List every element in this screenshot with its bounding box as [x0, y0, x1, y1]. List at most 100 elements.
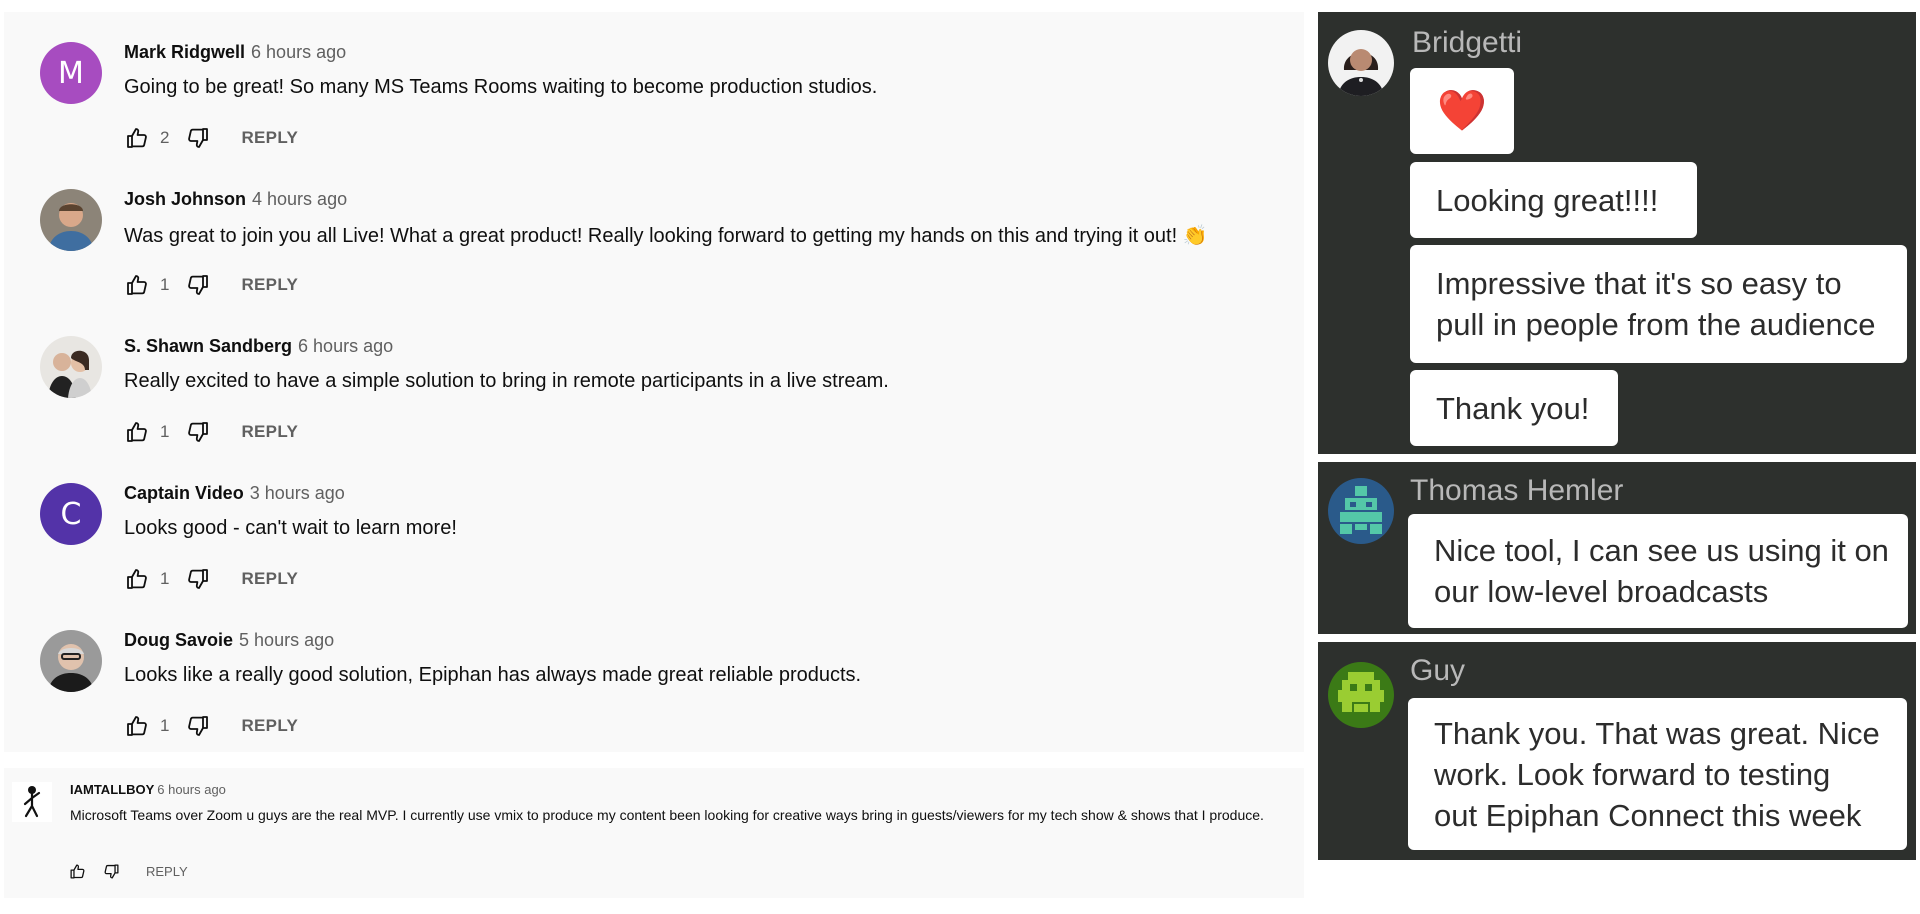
avatar[interactable] — [12, 782, 52, 822]
like-count: 1 — [160, 569, 170, 588]
chat-message: Thank you. That was great. Nice work. Lo… — [1434, 715, 1880, 833]
chat-panel-guy: Guy Thank you. That was great. Nice work… — [1318, 642, 1916, 860]
avatar — [1328, 662, 1394, 728]
reply-button[interactable]: REPLY — [241, 422, 298, 442]
heart-emoji: ❤️ — [1437, 88, 1487, 133]
comment-text: Really excited to have a simple solution… — [124, 370, 889, 392]
reply-button[interactable]: REPLY — [146, 864, 188, 879]
thumbs-down-icon — [188, 275, 209, 295]
dislike-button[interactable] — [185, 125, 211, 151]
avatar — [1328, 30, 1394, 96]
like-count: 1 — [160, 275, 170, 294]
comment-header: Doug Savoie 5 hours ago — [124, 630, 334, 651]
comment-text: Was great to join you all Live! What a g… — [124, 225, 1208, 247]
chat-bubble: Nice tool, I can see us using it on our … — [1408, 514, 1908, 628]
comment-item: C Captain Video 3 hours ago Looks good - … — [4, 453, 1304, 600]
chat-bubble: ❤️ — [1410, 68, 1514, 154]
comment-item: Doug Savoie 5 hours ago Looks like a real… — [4, 600, 1304, 747]
thumbs-down-icon — [188, 422, 209, 442]
comment-text: Going to be great! So many MS Teams Room… — [124, 76, 878, 98]
thumbs-up-icon — [127, 128, 147, 148]
avatar[interactable] — [40, 630, 102, 692]
avatar[interactable]: M — [40, 42, 102, 104]
comment-actions: REPLY — [68, 862, 188, 880]
comment-time[interactable]: 6 hours ago — [251, 42, 346, 62]
avatar-photo — [1328, 30, 1394, 96]
dislike-button[interactable] — [185, 713, 211, 739]
comment-text: Microsoft Teams over Zoom u guys are the… — [70, 807, 1264, 823]
like-button[interactable] — [124, 566, 150, 592]
like-button[interactable] — [124, 125, 150, 151]
avatar[interactable] — [40, 189, 102, 251]
chat-bubble: Looking great!!!! — [1410, 162, 1697, 238]
dislike-button[interactable] — [185, 272, 211, 298]
stick-figure-avatar — [12, 782, 52, 822]
dislike-button[interactable] — [102, 862, 120, 880]
avatar-photo — [40, 630, 102, 692]
comment-author[interactable]: Mark Ridgwell — [124, 42, 245, 62]
comment-header: IAMTALLBOY 6 hours ago — [70, 782, 226, 797]
comment-actions: 1 REPLY — [124, 419, 298, 445]
avatar-letter: C — [60, 496, 82, 532]
comment-item-small: IAMTALLBOY 6 hours ago Microsoft Teams ov… — [4, 768, 1304, 898]
comment-text: Looks good - can't wait to learn more! — [124, 517, 457, 539]
thumbs-up-icon — [127, 422, 147, 442]
thumbs-up-icon — [69, 863, 84, 879]
comment-item: M Mark Ridgwell 6 hours ago Going to be g… — [4, 12, 1304, 159]
comment-actions: 2 REPLY — [124, 125, 298, 151]
like-button[interactable] — [124, 713, 150, 739]
thumbs-up-icon — [127, 569, 147, 589]
like-count: 1 — [160, 422, 170, 441]
chat-panel-thomas: Thomas Hemler Nice tool, I can see us us… — [1318, 462, 1916, 634]
comment-header: S. Shawn Sandberg 6 hours ago — [124, 336, 393, 357]
thumbs-up-icon — [127, 716, 147, 736]
comment-author[interactable]: S. Shawn Sandberg — [124, 336, 292, 356]
avatar[interactable] — [40, 336, 102, 398]
chat-author: Guy — [1410, 654, 1466, 687]
avatar-photo — [40, 189, 102, 251]
reply-button[interactable]: REPLY — [241, 128, 298, 148]
comment-time[interactable]: 6 hours ago — [298, 336, 393, 356]
comment-time[interactable]: 3 hours ago — [250, 483, 345, 503]
comment-text: Looks like a really good solution, Epiph… — [124, 664, 862, 686]
avatar — [1328, 478, 1394, 544]
comment-author[interactable]: Captain Video — [124, 483, 244, 503]
chat-bubble: Thank you! — [1410, 370, 1618, 446]
comment-header: Captain Video 3 hours ago — [124, 483, 345, 504]
comment-actions: 1 REPLY — [124, 713, 298, 739]
chat-panel-bridgetti: Bridgetti ❤️ Looking great!!!! Impressiv… — [1318, 12, 1916, 454]
comment-author[interactable]: IAMTALLBOY — [70, 782, 154, 797]
avatar[interactable]: C — [40, 483, 102, 545]
like-button[interactable] — [124, 272, 150, 298]
chat-bubble: Thank you. That was great. Nice work. Lo… — [1408, 698, 1907, 850]
reply-button[interactable]: REPLY — [241, 716, 298, 736]
chat-bubble: Impressive that it's so easy to pull in … — [1410, 245, 1907, 363]
comment-actions: 1 REPLY — [124, 566, 298, 592]
comment-time[interactable]: 4 hours ago — [252, 189, 347, 209]
chat-message: Thank you! — [1436, 390, 1590, 426]
comment-header: Mark Ridgwell 6 hours ago — [124, 42, 346, 63]
thumbs-down-icon — [188, 569, 209, 589]
thumbs-down-icon — [104, 863, 119, 879]
comment-item: S. Shawn Sandberg 6 hours ago Really exci… — [4, 306, 1304, 453]
like-count: 1 — [160, 716, 170, 735]
like-button[interactable] — [68, 862, 86, 880]
comments-panel: M Mark Ridgwell 6 hours ago Going to be g… — [4, 12, 1304, 752]
thumbs-up-icon — [127, 275, 147, 295]
like-count: 2 — [160, 128, 170, 147]
comment-actions: 1 REPLY — [124, 272, 298, 298]
dislike-button[interactable] — [185, 419, 211, 445]
chat-message: Looking great!!!! — [1436, 182, 1659, 218]
comment-author[interactable]: Josh Johnson — [124, 189, 246, 209]
comment-time[interactable]: 6 hours ago — [157, 782, 226, 797]
comment-author[interactable]: Doug Savoie — [124, 630, 233, 650]
dislike-button[interactable] — [185, 566, 211, 592]
reply-button[interactable]: REPLY — [241, 569, 298, 589]
comment-header: Josh Johnson 4 hours ago — [124, 189, 347, 210]
like-button[interactable] — [124, 419, 150, 445]
comment-time[interactable]: 5 hours ago — [239, 630, 334, 650]
avatar-photo — [40, 336, 102, 398]
reply-button[interactable]: REPLY — [241, 275, 298, 295]
pixel-robot-icon — [1328, 478, 1394, 544]
thumbs-down-icon — [188, 716, 209, 736]
